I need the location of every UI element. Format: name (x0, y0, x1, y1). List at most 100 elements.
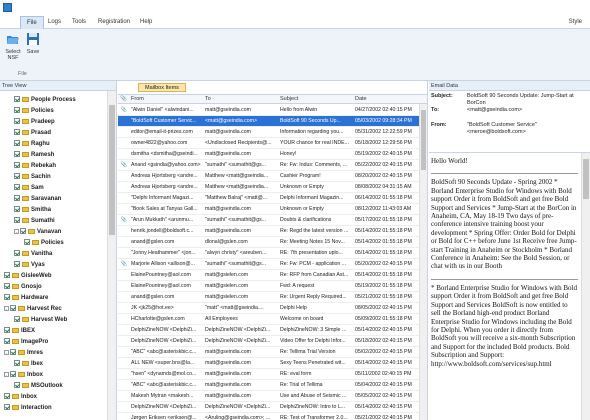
mail-row[interactable]: anand@gslen.com dlonal@gslen.com Re: Meeti… (118, 237, 420, 248)
mailbox-items-tab[interactable]: Mailbox Items (138, 83, 186, 92)
tree-item[interactable]: Hardware (4, 293, 48, 303)
mail-row[interactable]: ElainePountney@aol.com matt@gsielen.com Re… (118, 270, 420, 281)
tree-item[interactable]: Gnosjo (4, 282, 42, 292)
tree-item[interactable]: ImagePro (4, 337, 48, 347)
tree-item[interactable]: Saravanan (14, 194, 61, 204)
tree-item[interactable]: Policies (24, 238, 64, 248)
tree-item[interactable]: Rebekah (14, 161, 56, 171)
save-button[interactable]: Save (24, 32, 42, 55)
tree-checkbox[interactable] (14, 118, 20, 125)
mail-row[interactable]: JK <jk25@hot.ee> "matt" <matt@gseindia...… (118, 303, 420, 314)
mail-row[interactable]: 📎 "Arun Mukkath" <arunmu... "sumathi" <sum… (118, 215, 420, 226)
tree-checkbox[interactable] (14, 140, 20, 147)
tree-item[interactable]: Vanitha (14, 249, 52, 259)
expand-toggle-icon[interactable]: - (4, 371, 9, 377)
tree-item[interactable]: - Imres (4, 348, 43, 358)
tree-item[interactable]: Sumathi (14, 216, 55, 226)
tree-checkbox[interactable] (10, 305, 16, 312)
mail-row[interactable]: ALL NEW <super.bns@la... matt@gseindia.co… (118, 358, 420, 369)
mail-row[interactable]: Andreas Hjortsberg <andre... Matthew <mat… (118, 171, 420, 182)
menu-help[interactable]: Help (134, 16, 158, 29)
tree-item[interactable]: Sachin (14, 172, 51, 182)
style-menu[interactable]: Style (569, 16, 582, 29)
mail-row[interactable]: Andreas Hjortsberg <andre... Matthew <mat… (118, 182, 420, 193)
tree-checkbox[interactable] (14, 96, 20, 103)
tree-item[interactable]: Vyas (14, 260, 45, 270)
mail-row[interactable]: editor@email-it-prizes.com matt@gseindia.… (118, 127, 420, 138)
tree-checkbox[interactable] (10, 349, 16, 356)
tree-checkbox[interactable] (14, 162, 20, 169)
tree-checkbox[interactable] (14, 173, 20, 180)
expand-toggle-icon[interactable]: - (14, 228, 19, 234)
tree-checkbox[interactable] (4, 404, 10, 411)
column-from[interactable]: From (131, 95, 144, 104)
tree-item[interactable]: - Inbox (4, 370, 43, 380)
tree-item[interactable]: GisleeWeb (4, 271, 52, 281)
tree-checkbox[interactable] (14, 206, 20, 213)
mail-row[interactable]: "hsen" <dynamds@mol.co... matt@gseindia.c… (118, 369, 420, 380)
mail-row[interactable]: "Book Sales at Tanyas Gall... matt@gseind… (118, 204, 420, 215)
tree-checkbox[interactable] (14, 129, 20, 136)
tree-checkbox[interactable] (14, 250, 20, 257)
tree-item[interactable]: IBEX (4, 326, 35, 336)
tree-item[interactable]: Inbox (4, 392, 37, 402)
tree-checkbox[interactable] (14, 107, 20, 114)
menu-registration[interactable]: Registration (92, 16, 136, 29)
mail-row[interactable]: Jørgen Eriksen <eriksen@... <Aruling@gsei… (118, 413, 420, 420)
mail-row[interactable]: "Jonny Heathammer" <jon... "alwyn christy… (118, 248, 420, 259)
mail-row[interactable]: DelphiZineNOW <DelphiZi... DelphiZineNOW … (118, 325, 420, 336)
tree-item[interactable]: MSOutlook (14, 381, 63, 391)
mail-row[interactable]: HCharlotte@gslen.com All Employees Welcome… (118, 314, 420, 325)
column-to[interactable]: To (205, 95, 211, 104)
tree-checkbox[interactable] (14, 184, 20, 191)
mail-row[interactable]: owner4822@yahoo.com <Undisclosed Recipien… (118, 138, 420, 149)
tree-item[interactable]: - Harvest Rec (4, 304, 62, 314)
tree-checkbox[interactable] (14, 360, 20, 367)
menu-file[interactable]: File (20, 16, 44, 29)
tree-item[interactable]: Harvest Web (14, 315, 67, 325)
mail-row[interactable]: 📎 Anand <gsindia@yahoo.com> "sumathi" <sum… (118, 160, 420, 171)
preview-scrollbar[interactable] (581, 153, 590, 420)
mail-row[interactable]: DelphiZineNOW <DelphiZi... DelphiZineNOW … (118, 336, 420, 347)
tree-checkbox[interactable] (4, 272, 10, 279)
tree-item[interactable]: Prasad (14, 128, 51, 138)
tree-item[interactable]: Ibex (14, 359, 43, 369)
tree-checkbox[interactable] (4, 393, 10, 400)
mail-list-scrollbar-thumb[interactable] (421, 110, 426, 170)
mail-row[interactable]: "ABC" <abc@asteriskbic.c... matt@gseindia… (118, 347, 420, 358)
tree-item[interactable]: People Process (14, 95, 76, 105)
tree-checkbox[interactable] (4, 327, 10, 334)
column-date[interactable]: Date (355, 95, 367, 104)
tree-item[interactable]: Policies (14, 106, 54, 116)
menu-logs[interactable]: Logs (42, 16, 67, 29)
mail-row[interactable]: DelphiZineNOW <DelphiZi... DelphiZineNOW … (118, 402, 420, 413)
mail-row[interactable]: 📎 "Alwin Daniel" <alwindani... matt@gseind… (118, 105, 420, 116)
tree-checkbox[interactable] (4, 338, 10, 345)
menu-tools[interactable]: Tools (66, 16, 92, 29)
tree-scrollbar[interactable] (107, 91, 116, 420)
expand-toggle-icon[interactable]: - (4, 305, 9, 311)
mail-row[interactable]: 📎 Marjorie Allison <allison@... "sumathi" … (118, 259, 420, 270)
tree-scrollbar-thumb[interactable] (109, 105, 115, 235)
tree-item[interactable]: Smitha (14, 205, 51, 215)
tree-checkbox[interactable] (14, 382, 20, 389)
expand-toggle-icon[interactable]: - (4, 349, 9, 355)
tree-checkbox[interactable] (14, 316, 20, 323)
mail-row[interactable]: "ABC" <abc@asteriskbic.c... matt@gseindia… (118, 380, 420, 391)
mail-row[interactable]: anand@gslen.com matt@gsielen.com Re: Urgen… (118, 292, 420, 303)
mail-list-scrollbar[interactable] (419, 104, 427, 420)
mail-row[interactable]: "BoldSoft Customer Servic... <matt@gseind… (118, 116, 420, 127)
tree-checkbox[interactable] (20, 228, 26, 235)
mail-row[interactable]: dsmitha <dsmitha@gseindi... matt@gseindia… (118, 149, 420, 160)
tree-checkbox[interactable] (14, 195, 20, 202)
tree-checkbox[interactable] (10, 371, 16, 378)
tree-checkbox[interactable] (24, 239, 30, 246)
mail-row[interactable]: ElainePountney@aol.com matt@gsielen.com Fw… (118, 281, 420, 292)
tree-item[interactable]: Pradeep (14, 117, 55, 127)
tree-checkbox[interactable] (14, 261, 20, 268)
tree-item[interactable]: - Vanavan (14, 227, 61, 237)
tree-item[interactable]: Ramesh (14, 150, 54, 160)
tree-checkbox[interactable] (4, 283, 10, 290)
tree-item[interactable]: Interaction (4, 403, 52, 413)
tree-checkbox[interactable] (14, 217, 20, 224)
